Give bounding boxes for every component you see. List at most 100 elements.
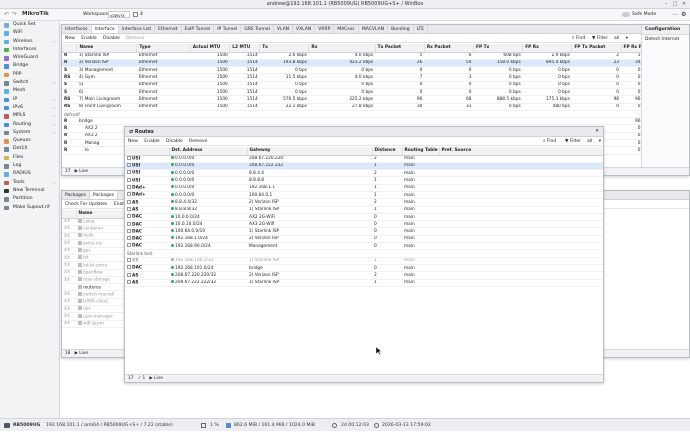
disable-button[interactable]: Disable (166, 137, 183, 146)
detect-internet-item[interactable]: Detect Internet (642, 35, 689, 44)
table-row[interactable]: DAC 192.168.1.0/24 2) Verizon ISP 0 main (125, 235, 603, 244)
filter-button[interactable]: ▼ Filter (592, 34, 613, 43)
table-row[interactable]: XX ups (62, 305, 125, 314)
table-row[interactable]: RS 8) Front Livingroom Ethernet 1500 1514 22.… (62, 103, 643, 111)
tab-ip-tunnel[interactable]: IP Tunnel (214, 25, 242, 33)
sidebar-item-system[interactable]: System › (0, 129, 59, 137)
close-icon[interactable]: ✕ (681, 1, 687, 7)
table-row[interactable]: RS 4) Gym Ethernet 1500 1514 11.5 kbps 4.0 kbp… (62, 73, 643, 82)
sidebar-item-new-terminal[interactable]: New Terminal (0, 187, 59, 195)
table-row[interactable]: USI 0.0.0.0/0 8.8.4.4 2 main (125, 169, 603, 178)
workspace-select[interactable]: vzwvrx (108, 11, 130, 18)
column-header[interactable]: Gateway (247, 147, 373, 156)
tab-eoip-tunnel[interactable]: EoIP Tunnel (182, 25, 215, 33)
table-row[interactable]: XX user-manager (62, 312, 125, 321)
checkbox-icon[interactable] (127, 228, 131, 233)
table-row[interactable]: S 6) Ethernet 1500 1514 0 bps 0 bps 0 0 0 bps 0 bp… (62, 88, 643, 97)
table-row[interactable]: XX iot (62, 254, 125, 263)
column-header[interactable]: FP Tx (473, 44, 524, 53)
column-header[interactable] (62, 210, 77, 219)
live-toggle[interactable]: Live (79, 351, 88, 356)
sidebar-item-radius[interactable]: RADIUS (0, 170, 59, 178)
sidebar-item-wireless[interactable]: Wireless › (0, 38, 59, 46)
column-header[interactable]: Name (76, 44, 138, 53)
table-row[interactable]: RS 7) Main Livingroom Ethernet 1500 1514 576.… (62, 95, 643, 104)
table-row[interactable]: XX extra-nic (62, 239, 125, 248)
table-row[interactable]: R 1) Starlink ISP Ethernet 1500 1514 2.6 kbps… (62, 52, 643, 60)
table-row[interactable]: S 5) Ethernet 1500 1514 0 bps 0 bps 0 0 0 bps 0 bp… (62, 81, 643, 90)
table-row[interactable]: XX rose-storage (62, 276, 125, 285)
enable-button[interactable]: Enable (81, 34, 96, 43)
find-button[interactable]: ⌕ Find (572, 34, 590, 43)
column-header[interactable] (125, 147, 170, 156)
table-row[interactable]: XX openflow (62, 269, 125, 277)
column-header[interactable]: Type (136, 44, 191, 53)
sidebar-item-ppp[interactable]: PPP (0, 71, 59, 79)
tab-lte[interactable]: LTE (414, 25, 429, 33)
column-header[interactable]: Tx Packet (375, 44, 425, 53)
table-row[interactable]: XX wifi-qcom (62, 320, 125, 328)
tab-vlan[interactable]: VLAN (274, 25, 294, 33)
table-row[interactable]: XX container (62, 225, 125, 234)
column-header[interactable]: Pref. Source (439, 147, 603, 156)
remove-button[interactable]: Remove (189, 137, 207, 146)
disable-button[interactable]: Disable (103, 34, 120, 43)
table-row[interactable]: DAd+ 0.0.0.0/0 100.64.0.1 1 main (125, 191, 603, 200)
column-header[interactable]: FP Rx (522, 44, 573, 53)
sidebar-item-switch[interactable]: Switch › (0, 79, 59, 87)
tab-vxlan[interactable]: VXLAN (293, 25, 316, 33)
column-header[interactable]: FP Tx Packet (571, 44, 622, 53)
sidebar-item-tools[interactable]: Tools › (0, 179, 59, 187)
maximize-icon[interactable]: □ (672, 1, 678, 7)
tab-gre-tunnel[interactable]: GRE Tunnel (241, 25, 274, 33)
tab-interfaces[interactable]: Interfaces (62, 25, 92, 33)
checkbox-checked-icon[interactable] (127, 163, 131, 168)
column-header[interactable]: FP Rx P (621, 44, 644, 53)
back-icon[interactable]: ↶ (4, 11, 9, 18)
remove-button[interactable]: Remove (126, 34, 144, 43)
checkbox-icon[interactable] (127, 214, 131, 219)
table-row[interactable]: USI 0.0.0.0/0 8.8.8.8 1 main (125, 176, 603, 185)
tab-macvlan[interactable]: MACVLAN (359, 25, 389, 33)
live-toggle[interactable]: Live (154, 376, 163, 381)
table-row[interactable]: DAC 100.64.0.0/10 1) Starlink ISP 0 main (125, 227, 603, 236)
column-header[interactable]: L2 MTU (229, 44, 261, 53)
new-button[interactable]: New (128, 137, 138, 146)
table-row[interactable]: USI 0.0.0.0/0 208.67.220.220 2 main (125, 155, 603, 163)
tab-packages-2[interactable]: Packages (90, 191, 118, 199)
checkbox-icon[interactable] (127, 236, 131, 241)
table-row[interactable]: DAC 192.168.90.0/24 Management 0 main (125, 242, 603, 251)
sidebar-item-dot1x[interactable]: Dot1X (0, 145, 59, 153)
find-button[interactable]: ⌕ Find (543, 137, 561, 146)
table-row[interactable]: XX dude (62, 232, 125, 241)
checkbox-icon[interactable] (127, 199, 131, 204)
tab-packages[interactable]: Packages (62, 191, 90, 199)
close-icon[interactable]: ✕ (595, 127, 599, 137)
table-row[interactable]: S 3) Management Ethernet 1500 1514 0 bps 0 bps… (62, 66, 643, 75)
table-row[interactable]: XX iot-bt-extra (62, 261, 125, 270)
column-header[interactable]: Tx (259, 44, 310, 53)
checkbox-icon[interactable] (127, 155, 131, 160)
checkbox-icon[interactable] (127, 192, 131, 197)
table-row[interactable]: XX switch-marvell (62, 290, 125, 299)
column-header[interactable]: Dst. Address (169, 147, 248, 156)
settings-icon[interactable]: ⚙ (681, 11, 686, 18)
table-row[interactable]: routeros (62, 283, 125, 292)
table-row[interactable]: Rbridge 96 (62, 117, 643, 126)
sidebar-item-ipv6[interactable]: IPv6 › (0, 104, 59, 112)
column-header[interactable]: Routing Table (402, 147, 440, 156)
sidebar-item-interfaces[interactable]: Interfaces (0, 46, 59, 54)
table-row[interactable]: DAd+ 0.0.0.0/0 192.168.1.1 1 main (125, 184, 603, 193)
checkbox-icon[interactable] (127, 177, 131, 182)
column-header[interactable]: Rx Packet (424, 44, 475, 53)
sidebar-item-wireguard[interactable]: WireGuard (0, 54, 59, 62)
check-updates-button[interactable]: Check For Updates (65, 200, 107, 209)
checkbox-icon[interactable] (127, 279, 131, 284)
sidebar-item-mesh[interactable]: Mesh (0, 87, 59, 95)
table-row[interactable]: AS 8.8.8.8/32 1) Starlink ISP 1 main (125, 206, 603, 214)
checkbox-icon[interactable] (127, 206, 131, 211)
checkbox-icon[interactable] (127, 272, 131, 277)
table-row[interactable]: XX gps (62, 247, 125, 256)
checkbox-icon[interactable] (127, 265, 131, 270)
tab-interface[interactable]: Interface (91, 25, 119, 33)
